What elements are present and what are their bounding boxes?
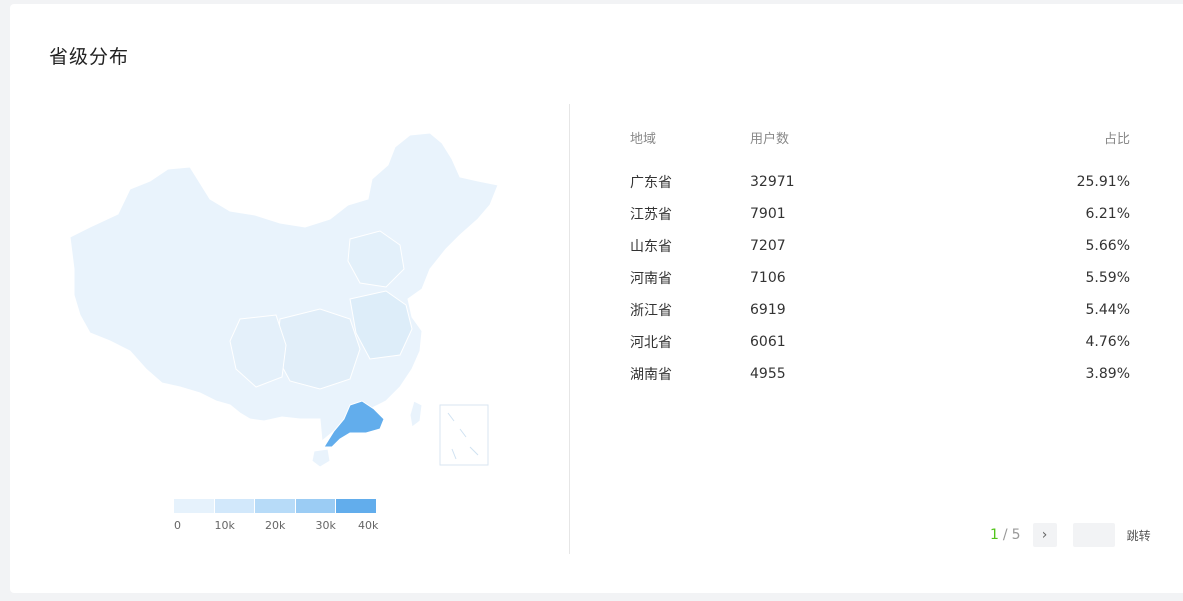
cell-share: 5.44%	[1085, 302, 1130, 318]
divider	[569, 104, 570, 554]
panel-title: 省级分布	[49, 46, 130, 68]
header-region: 地域	[630, 131, 657, 147]
cell-users: 6919	[750, 302, 786, 318]
table-body: 广东省 32971 25.91% 江苏省 7901 6.21% 山东省 7207…	[630, 166, 1130, 390]
next-page-button[interactable]: ›	[1032, 523, 1057, 547]
cell-region: 江苏省	[630, 207, 672, 223]
cell-users: 4955	[750, 366, 786, 382]
china-map[interactable]	[50, 119, 510, 479]
legend-tick-label: 30k	[315, 519, 336, 532]
pagination: 1 / 5 › 跳转	[990, 523, 1151, 547]
page-separator: /	[1002, 527, 1008, 543]
map-province-hainan[interactable]	[311, 448, 331, 468]
header-users: 用户数	[750, 131, 790, 147]
table-header: 地域 用户数 占比	[630, 122, 1130, 152]
jump-page-input[interactable]	[1072, 523, 1115, 547]
china-map-svg[interactable]	[50, 119, 510, 479]
cell-users: 7207	[750, 238, 786, 254]
table-row: 河南省 7106 5.59%	[630, 262, 1130, 294]
cell-region: 河南省	[630, 271, 672, 287]
cell-share: 4.76%	[1085, 334, 1130, 350]
table-row: 湖南省 4955 3.89%	[630, 358, 1130, 390]
chevron-right-icon: ›	[1041, 527, 1048, 543]
legend-tick-label: 0	[174, 519, 181, 532]
page-total: 5	[1011, 527, 1021, 543]
legend-segment	[214, 499, 256, 513]
legend-segment	[295, 499, 337, 513]
legend-segment	[174, 499, 215, 513]
table-row: 广东省 32971 25.91%	[630, 166, 1130, 198]
map-mainland[interactable]	[69, 132, 499, 442]
legend-tick-label: 20k	[265, 519, 286, 532]
table-row: 江苏省 7901 6.21%	[630, 198, 1130, 230]
table-row: 浙江省 6919 5.44%	[630, 294, 1130, 326]
cell-share: 25.91%	[1076, 174, 1130, 190]
legend-bar	[174, 499, 376, 513]
region-table: 地域 用户数 占比 广东省 32971 25.91% 江苏省 7901 6.21…	[630, 122, 1130, 390]
table-row: 山东省 7207 5.66%	[630, 230, 1130, 262]
page-current: 1	[990, 527, 999, 543]
province-distribution-card: 省级分布 0 10k 20k 30k 40k 地域 用户数 占比 广东省 329…	[10, 4, 1183, 593]
cell-region: 河北省	[630, 335, 672, 351]
legend-tick-label: 40k	[358, 519, 379, 532]
legend-segment	[255, 499, 296, 513]
cell-users: 32971	[750, 174, 795, 190]
cell-region: 山东省	[630, 239, 672, 255]
header-share: 占比	[1103, 131, 1130, 147]
map-province-taiwan[interactable]	[409, 400, 423, 428]
cell-region: 湖南省	[630, 367, 672, 383]
legend-tick-label: 10k	[214, 519, 235, 532]
cell-share: 5.66%	[1085, 238, 1130, 254]
cell-share: 5.59%	[1085, 270, 1130, 286]
cell-share: 3.89%	[1085, 366, 1130, 382]
legend-ticks: 0 10k 20k 30k 40k	[174, 519, 379, 535]
color-legend: 0 10k 20k 30k 40k	[174, 499, 379, 535]
cell-share: 6.21%	[1085, 206, 1130, 222]
cell-region: 广东省	[630, 175, 672, 191]
cell-users: 7106	[750, 270, 786, 286]
table-row: 河北省 6061 4.76%	[630, 326, 1130, 358]
cell-users: 7901	[750, 206, 786, 222]
legend-segment	[336, 499, 376, 513]
jump-button[interactable]: 跳转	[1127, 527, 1151, 544]
cell-region: 浙江省	[630, 303, 672, 319]
map-province-central[interactable]	[275, 308, 361, 390]
cell-users: 6061	[750, 334, 786, 350]
